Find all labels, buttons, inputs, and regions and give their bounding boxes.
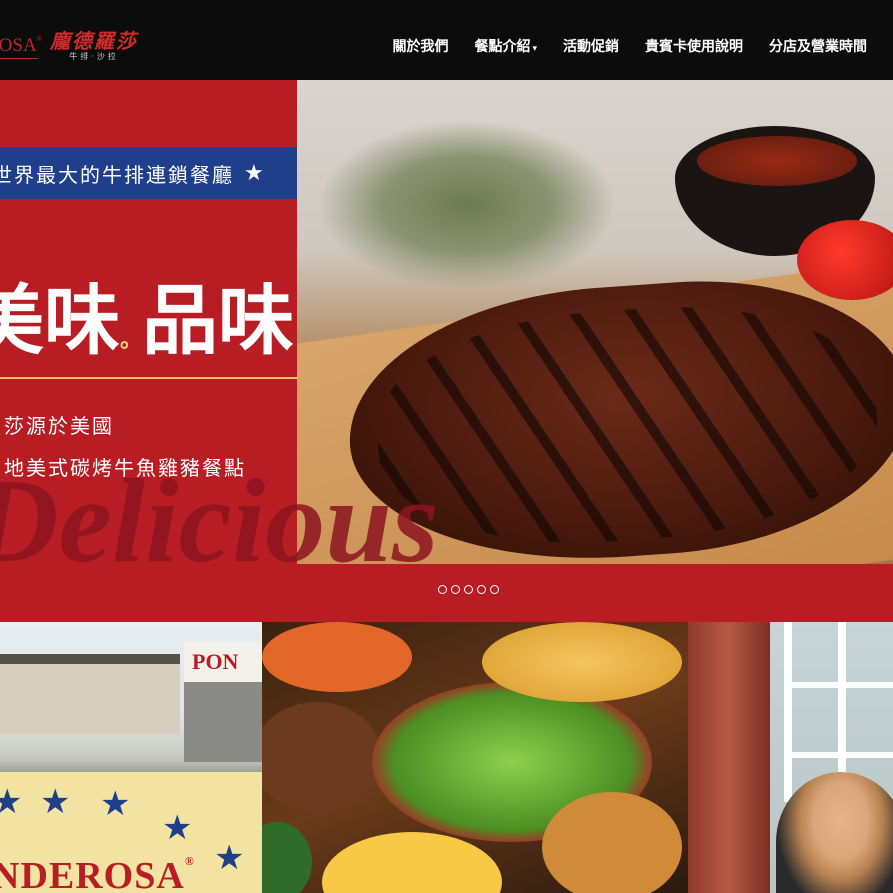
slide-dot-3[interactable] (464, 585, 473, 594)
sign-text: PON (184, 642, 262, 682)
restaurant-tile[interactable]: PON ★ ★ ★ ★ ★ NDEROSA® (0, 622, 262, 893)
main-nav: 關於我們 餐點介紹 ▾ 活動促銷 貴賓卡使用說明 分店及營業時間 (392, 36, 867, 56)
slide-dot-5[interactable] (490, 585, 499, 594)
nav-menu[interactable]: 餐點介紹 ▾ (474, 36, 537, 56)
window-frame (688, 622, 770, 893)
hero-subtext-1: 莎源於美國 (4, 414, 114, 438)
slide-dot-1[interactable] (438, 585, 447, 594)
star-icon: ★ (162, 808, 193, 848)
brand-logo[interactable]: ROSA® 龐德羅莎 牛排·沙拉 (0, 26, 138, 66)
nav-vip-card[interactable]: 貴賓卡使用說明 (645, 36, 743, 56)
logo-chinese: 龐德羅莎 牛排·沙拉 (50, 29, 139, 61)
slide-dot-2[interactable] (451, 585, 460, 594)
logo-english: ROSA® (0, 35, 43, 56)
logo-underline (0, 58, 38, 59)
nav-promotions[interactable]: 活動促銷 (563, 36, 619, 56)
caret-down-icon: ▾ (532, 44, 537, 54)
diner-tile[interactable] (688, 622, 893, 893)
star-icon: ★ (244, 160, 264, 186)
nav-locations[interactable]: 分店及營業時間 (769, 36, 867, 56)
slide-dot-4[interactable] (477, 585, 486, 594)
star-icon: ★ (40, 782, 71, 822)
building-image (0, 654, 180, 734)
tagline-banner: 世界最大的牛排連鎖餐廳 ★ (0, 147, 297, 199)
divider (0, 377, 297, 379)
hero-carousel[interactable]: Delicious 世界最大的牛排連鎖餐廳 ★ 美味。品味 莎源於美國 地美式碳… (0, 80, 893, 622)
carousel-indicators (438, 585, 499, 594)
star-icon: ★ (100, 784, 131, 824)
person-photo (776, 772, 893, 893)
food-tile[interactable] (262, 622, 688, 893)
top-navbar: ROSA® 龐德羅莎 牛排·沙拉 關於我們 餐點介紹▾ 活動促銷 貴賓卡使用說明… (0, 0, 893, 80)
hero-subtext-2: 地美式碳烤牛魚雞豬餐點 (4, 456, 246, 480)
star-icon: ★ (0, 782, 23, 822)
panel-brand-word: NDEROSA® (0, 854, 195, 893)
nav-about[interactable]: 關於我們 (392, 36, 448, 56)
star-icon: ★ (214, 838, 245, 878)
hero-headline: 美味。品味 (0, 276, 295, 365)
